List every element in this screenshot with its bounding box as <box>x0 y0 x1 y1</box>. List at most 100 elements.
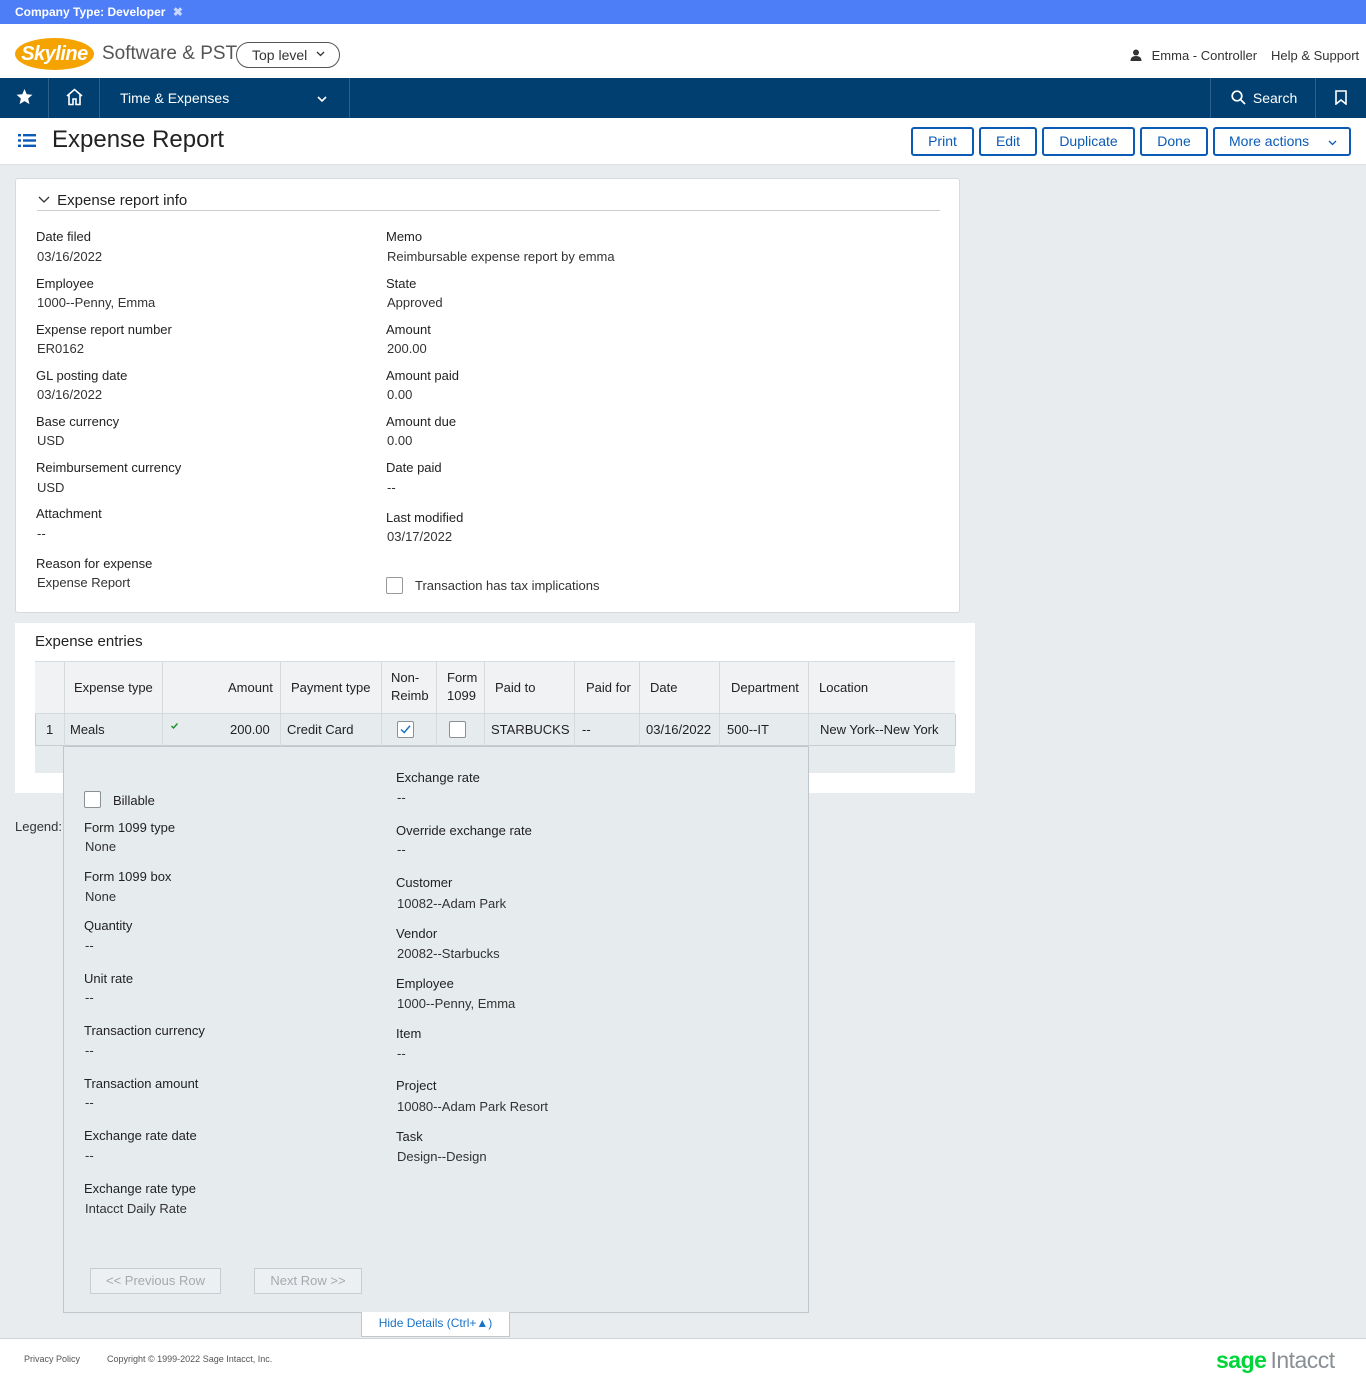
search-icon <box>1231 90 1250 106</box>
detail-label: Exchange rate date <box>84 1128 197 1143</box>
print-button[interactable]: Print <box>911 127 974 156</box>
billable-checkbox[interactable] <box>84 791 101 808</box>
company-type-label: Company Type: Developer <box>15 5 166 19</box>
section-toggle[interactable]: Expense report info <box>38 192 187 209</box>
detail-label: Exchange rate type <box>84 1181 197 1196</box>
project-link[interactable]: 10080--Adam Park Resort <box>397 1099 548 1114</box>
field-label: Reason for expense <box>36 556 153 571</box>
detail-label: Customer <box>396 875 453 890</box>
detail-label: Item <box>396 1026 422 1041</box>
detail-value: -- <box>85 938 94 953</box>
detail-label: Transaction amount <box>84 1076 199 1091</box>
star-icon <box>16 89 33 106</box>
search-button[interactable]: Search <box>1210 78 1316 118</box>
field-value: 1000--Penny, Emma <box>37 295 156 310</box>
field-label: GL posting date <box>36 368 128 383</box>
field-label: Last modified <box>386 510 464 525</box>
cell-paid-to[interactable]: STARBUCKS <box>491 722 570 737</box>
detail-value: None <box>85 889 117 904</box>
cell-payment-type[interactable]: Credit Card <box>287 722 353 737</box>
intacct-logo-text: Intacct <box>1270 1347 1335 1373</box>
field-value: 200.00 <box>387 341 427 356</box>
detail-label: Vendor <box>396 926 438 941</box>
entity-level-select[interactable]: Top level <box>236 42 340 68</box>
user-name: Emma - Controller <box>1151 48 1258 63</box>
done-button[interactable]: Done <box>1140 127 1208 156</box>
detail-value: -- <box>85 1043 94 1058</box>
field-value: 03/17/2022 <box>387 529 453 544</box>
col-header-location: Location <box>819 680 869 695</box>
chevron-down-icon <box>316 43 325 67</box>
field-label: State <box>386 276 417 291</box>
more-actions-label: More actions <box>1229 133 1310 149</box>
expense-report-info-panel <box>15 178 960 613</box>
field-label: Amount paid <box>386 368 459 383</box>
employee-link[interactable]: 1000--Penny, Emma <box>397 996 515 1011</box>
chevron-down-icon <box>1328 129 1337 154</box>
vendor-link[interactable]: 20082--Starbucks <box>397 946 500 961</box>
detail-value: -- <box>85 1095 94 1110</box>
field-label: Attachment <box>36 506 102 521</box>
cell-amount[interactable]: 200.00 <box>230 722 270 737</box>
help-support-link[interactable]: Help & Support <box>1271 48 1359 63</box>
company-name: Software & PST <box>102 43 238 64</box>
customer-link[interactable]: 10082--Adam Park <box>397 896 506 911</box>
close-icon[interactable]: ✖ <box>173 5 183 19</box>
entries-title: Expense entries <box>35 633 143 650</box>
hide-details-button[interactable]: Hide Details (Ctrl+▲) <box>361 1312 510 1337</box>
sage-intacct-logo: sage Intacct <box>1216 1347 1335 1374</box>
edit-button[interactable]: Edit <box>979 127 1037 156</box>
module-menu[interactable]: Time & Expenses <box>100 78 350 118</box>
user-menu[interactable]: Emma - Controller <box>1130 48 1257 63</box>
cell-date[interactable]: 03/16/2022 <box>646 722 711 737</box>
field-label: Memo <box>386 229 423 244</box>
detail-label: Task <box>396 1129 423 1144</box>
chevron-down-icon <box>38 192 54 209</box>
field-value: -- <box>387 480 396 495</box>
col-header-paid-to: Paid to <box>495 680 536 695</box>
copyright-text: Copyright © 1999-2022 Sage Intacct, Inc. <box>107 1354 273 1364</box>
cell-department[interactable]: 500--IT <box>727 722 769 737</box>
col-header-non-reimb-line2: Reimb <box>391 688 429 703</box>
cell-expense-type[interactable]: Meals <box>70 722 105 737</box>
home-button[interactable] <box>49 78 100 118</box>
detail-label: Project <box>396 1078 437 1093</box>
task-link[interactable]: Design--Design <box>397 1149 487 1164</box>
more-actions-button[interactable]: More actions <box>1213 127 1351 156</box>
bookmark-icon <box>1335 90 1347 106</box>
search-label: Search <box>1252 90 1298 106</box>
cell-location[interactable]: New York--New York <box>820 722 939 737</box>
col-header-payment-type: Payment type <box>291 680 371 695</box>
bookmark-button[interactable] <box>1316 78 1366 118</box>
tax-implications-label: Transaction has tax implications <box>415 578 600 593</box>
cell-paid-for[interactable]: -- <box>582 722 591 737</box>
detail-label: Quantity <box>84 918 133 933</box>
field-value: 03/16/2022 <box>37 387 103 402</box>
list-icon[interactable] <box>18 133 36 151</box>
state-link[interactable]: Approved <box>387 295 443 310</box>
privacy-policy-link[interactable]: Privacy Policy <box>24 1354 80 1364</box>
col-header-form-1099-line2: 1099 <box>447 688 476 703</box>
field-value: 0.00 <box>387 433 413 448</box>
skyline-logo[interactable]: Skyline <box>15 38 94 70</box>
sage-logo-text: sage <box>1216 1347 1267 1373</box>
entity-level-label: Top level <box>252 47 308 63</box>
col-header-expense-type: Expense type <box>74 680 153 695</box>
detail-value: -- <box>397 1046 406 1061</box>
duplicate-button[interactable]: Duplicate <box>1042 127 1135 156</box>
tax-implications-checkbox[interactable] <box>386 577 403 594</box>
form-1099-checkbox[interactable] <box>449 721 466 738</box>
next-row-button[interactable]: Next Row >> <box>254 1268 362 1294</box>
detail-label: Override exchange rate <box>396 823 532 838</box>
home-icon <box>65 88 84 106</box>
favorites-button[interactable] <box>0 78 49 118</box>
detail-value: -- <box>85 1148 94 1163</box>
detail-value: -- <box>397 790 406 805</box>
col-header-date: Date <box>650 680 678 695</box>
detail-label: Transaction currency <box>84 1023 205 1038</box>
field-label: Reimbursement currency <box>36 460 182 475</box>
detail-label: Form 1099 box <box>84 869 172 884</box>
detail-label: Employee <box>396 976 454 991</box>
non-reimb-checkbox[interactable] <box>397 721 414 738</box>
previous-row-button[interactable]: << Previous Row <box>90 1268 221 1294</box>
